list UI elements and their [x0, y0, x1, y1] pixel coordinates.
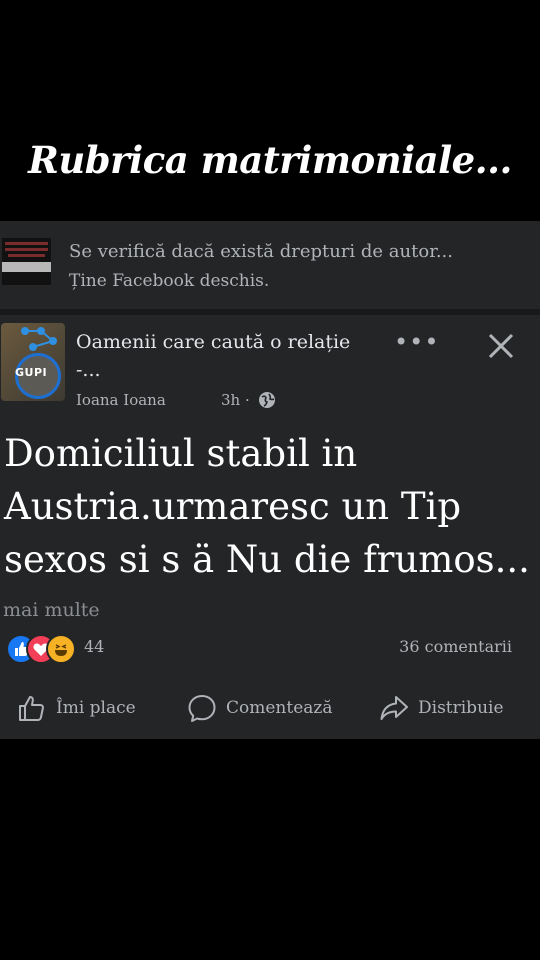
close-icon[interactable]: [485, 330, 517, 362]
comment-button[interactable]: Comentează: [186, 688, 333, 728]
see-more-link[interactable]: mai multe: [3, 599, 100, 621]
video-caption: Rubrica matrimoniale...: [28, 138, 512, 182]
like-label: Îmi place: [56, 698, 136, 718]
more-options-icon[interactable]: •••: [394, 330, 439, 354]
group-name-link[interactable]: Oamenii care caută o relație: [76, 331, 350, 353]
haha-reaction-icon: [46, 634, 76, 664]
thumbs-up-icon: [19, 696, 44, 721]
notice-secondary-text: Ține Facebook deschis.: [69, 271, 270, 291]
post-timestamp[interactable]: 3h ·: [221, 391, 250, 409]
post-action-bar: Îmi place Comentează Distribuie: [0, 688, 540, 728]
facebook-post: GUPI Oamenii care caută o relație -... •…: [0, 315, 540, 739]
comment-bubble-icon: [188, 695, 216, 722]
reactions-summary[interactable]: [6, 634, 84, 664]
avatar-logo-text: GUPI: [15, 366, 48, 379]
group-name-continuation: -...: [76, 359, 101, 381]
globe-icon: [259, 392, 275, 408]
notice-primary-text: Se verifică dacă există drepturi de auto…: [69, 241, 453, 262]
share-label: Distribuie: [418, 698, 504, 718]
share-arrow-icon: [380, 696, 408, 720]
post-body-text: Domiciliul stabil in Austria.urmaresc un…: [4, 432, 530, 581]
copyright-check-notice: Se verifică dacă există drepturi de auto…: [0, 221, 540, 309]
post-author-name[interactable]: Ioana Ioana: [76, 391, 166, 409]
group-avatar[interactable]: GUPI: [1, 323, 65, 401]
reaction-count[interactable]: 44: [84, 637, 104, 656]
comment-label: Comentează: [226, 698, 333, 718]
video-thumbnail: [2, 238, 51, 285]
comment-count[interactable]: 36 comentarii: [399, 637, 512, 656]
share-button[interactable]: Distribuie: [378, 688, 504, 728]
like-button[interactable]: Îmi place: [16, 688, 136, 728]
